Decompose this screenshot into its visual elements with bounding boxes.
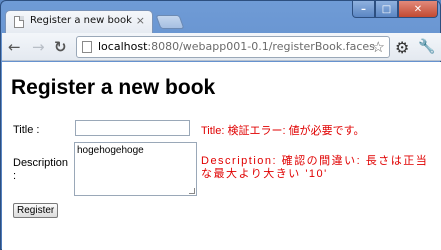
- tab-close-icon[interactable]: ×: [136, 14, 145, 27]
- address-bar[interactable]: localhost:8080/webapp001-0.1/registerBoo…: [76, 36, 390, 58]
- gear-icon[interactable]: ⚙: [395, 38, 409, 57]
- minimize-button[interactable]: –: [352, 1, 375, 18]
- url-host: localhost: [98, 40, 148, 53]
- back-icon[interactable]: ←: [8, 38, 21, 56]
- browser-window: Register a new book × – □ ✕ ← → ↻ localh…: [0, 0, 441, 250]
- reload-icon[interactable]: ↻: [54, 38, 67, 56]
- tab-title: Register a new book: [30, 15, 132, 26]
- tab-strip: Register a new book × – □ ✕: [1, 1, 441, 33]
- star-icon[interactable]: ☆: [372, 38, 385, 56]
- description-label: Description :: [13, 157, 69, 182]
- page-icon: [14, 16, 24, 28]
- title-input[interactable]: [75, 120, 190, 136]
- close-window-button[interactable]: ✕: [398, 1, 438, 18]
- resize-handle-icon[interactable]: [189, 188, 195, 194]
- forward-icon[interactable]: →: [32, 38, 45, 56]
- description-value: hogehogehoge: [77, 145, 144, 156]
- register-button[interactable]: Register: [13, 203, 59, 218]
- page-icon: [82, 41, 92, 53]
- page-content: Register a new book Title : Title: 検証エラー…: [2, 62, 441, 250]
- url-path: :8080/webapp001-0.1/registerBook.faces: [147, 40, 375, 53]
- title-error-message: Title: 検証エラー: 値が必要です。: [201, 125, 365, 137]
- description-error-message: Description: 確認の間違い: 長さは正当な最大より大きい '10': [201, 155, 429, 180]
- title-label: Title :: [13, 124, 40, 136]
- tab-register-book[interactable]: Register a new book ×: [5, 10, 153, 33]
- maximize-button[interactable]: □: [375, 1, 398, 18]
- page-title: Register a new book: [11, 76, 216, 99]
- description-textarea[interactable]: hogehogehoge: [74, 142, 197, 196]
- browser-toolbar: ← → ↻ localhost:8080/webapp001-0.1/regis…: [2, 33, 441, 61]
- window-controls: – □ ✕: [352, 1, 438, 18]
- new-tab-button[interactable]: [155, 15, 185, 29]
- url-text[interactable]: localhost:8080/webapp001-0.1/registerBoo…: [98, 40, 375, 53]
- wrench-icon[interactable]: 🔧: [418, 39, 435, 55]
